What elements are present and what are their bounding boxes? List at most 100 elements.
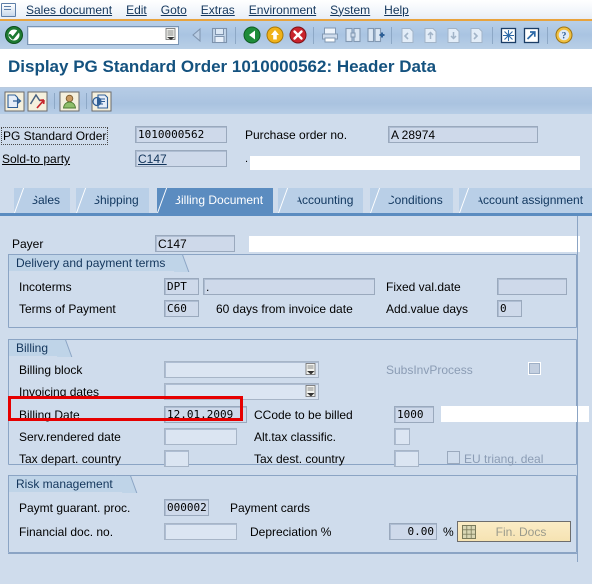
sold-to-party-value[interactable]: C147 [135,150,227,167]
table-grid-icon [462,524,476,539]
alt-tax-classific-label: Alt.tax classific. [254,430,337,444]
depreciation-field[interactable]: 0.00 [389,523,437,540]
last-page-icon[interactable] [466,25,487,46]
application-toolbar [0,88,592,114]
command-field[interactable] [27,25,179,45]
menu-item-sales-document[interactable]: Sales document [19,1,119,19]
document-flow-icon[interactable] [27,91,48,112]
tax-depart-country-label: Tax depart. country [19,452,122,466]
back-green-icon[interactable] [241,25,262,46]
tab-billing-document[interactable]: Billing Document [157,188,274,213]
panel-bottom-border [8,553,577,554]
cancel-red-icon[interactable] [287,25,308,46]
toolbar-separator [492,26,493,44]
subsinvprocess-checkbox[interactable] [528,362,541,375]
menu-item-system[interactable]: System [323,1,377,19]
menu-item-help-label: Help [384,2,409,17]
first-page-icon[interactable] [397,25,418,46]
menu-item-edit[interactable]: Edit [119,1,154,19]
menu-item-environment[interactable]: Environment [242,1,323,19]
incoterms-description-field[interactable]: . [203,278,375,295]
menu-item-sales-document-label: Sales document [26,2,113,17]
ccode-to-be-billed-label: CCode to be billed [254,408,353,422]
purchase-order-no-value[interactable]: A 28974 [388,126,538,143]
terms-of-payment-code-field[interactable]: C60 [164,300,199,317]
copy-document-icon[interactable] [4,91,25,112]
eu-triang-deal-checkbox[interactable] [447,451,460,464]
tax-depart-country-field[interactable] [164,450,189,467]
tab-conditions[interactable]: Conditions [370,188,453,213]
next-page-icon[interactable] [443,25,464,46]
tab-sales[interactable]: Sales [14,188,71,213]
alt-tax-classific-field[interactable] [394,428,410,445]
tab-sales-label: Sales [30,193,61,207]
toolbar-separator [86,93,87,109]
paymt-guarant-proc-field[interactable]: 000002 [164,499,209,516]
command-input[interactable] [28,26,164,44]
svg-text:?: ? [561,32,566,42]
fin-docs-button-label: Fin. Docs [495,524,547,539]
serv-rendered-date-field[interactable] [164,428,237,445]
menu-item-system-label: System [330,2,371,17]
ccode-to-be-billed-field[interactable]: 1000 [394,406,434,423]
billing-block-label: Billing block [19,363,83,377]
command-dropdown-icon[interactable] [165,27,177,41]
billing-block-field[interactable] [164,361,319,378]
find-next-icon[interactable] [365,25,386,46]
menu-item-edit-label: Edit [126,2,147,17]
billing-group-title: Billing [8,339,64,356]
redacted-region [250,156,580,170]
menu-item-help[interactable]: Help [377,1,416,19]
partner-icon[interactable] [59,91,80,112]
add-value-days-label: Add.value days [386,302,469,316]
sold-to-party-label[interactable]: Sold-to party [2,151,70,167]
menu-item-environment-label: Environment [248,2,317,17]
create-shortcut-icon[interactable] [521,25,542,46]
billing-date-field[interactable]: 12.01.2009 [164,406,247,423]
billing-block-dropdown-icon[interactable] [305,363,317,376]
previous-page-icon[interactable] [420,25,441,46]
menu-item-goto[interactable]: Goto [154,1,194,19]
tab-billing-document-label: Billing Document [173,193,264,207]
toolbar-separator [54,93,55,109]
header-fields: PG Standard Order 1010000562 Sold-to par… [0,118,592,182]
terms-of-payment-label: Terms of Payment [19,302,116,316]
invoicing-dates-field[interactable] [164,383,319,400]
fixed-val-date-label: Fixed val.date [386,280,461,294]
risk-management-title: Risk management [8,475,128,492]
invoicing-dates-label: Invoicing dates [19,385,100,399]
payment-cards-label: Payment cards [230,501,311,515]
invoicing-dates-dropdown-icon[interactable] [305,385,317,398]
tab-shipping[interactable]: Shipping [76,188,149,213]
fin-docs-button[interactable]: Fin. Docs [457,521,571,542]
enter-check-icon[interactable] [4,25,24,45]
add-value-days-field[interactable]: 0 [497,300,522,317]
fixed-val-date-field[interactable] [497,278,567,295]
terms-of-payment-description: 60 days from invoice date [216,302,353,316]
find-icon[interactable] [342,25,363,46]
tab-accounting[interactable]: Accounting [278,188,364,213]
display-doc-header-icon[interactable] [91,91,112,112]
pg-standard-order-value[interactable]: 1010000562 [135,126,227,143]
tab-account-assignment[interactable]: Account assignment [459,188,592,213]
tax-dest-country-field[interactable] [394,450,419,467]
menu-bar: Sales document Edit Goto Extras Environm… [0,0,592,21]
back-arrow-icon[interactable] [186,25,207,46]
tab-accounting-label: Accounting [294,193,354,207]
risk-management-group: Risk management Paymt guarant. proc. 000… [8,475,577,553]
payer-label: Payer [12,237,44,251]
save-icon[interactable] [209,25,230,46]
tab-account-assignment-label: Account assignment [475,193,584,207]
incoterms-code-field[interactable]: DPT [164,278,199,295]
exit-yellow-icon[interactable] [264,25,285,46]
title-bar: Display PG Standard Order 1010000562: He… [0,49,592,88]
payer-field[interactable]: C147 [155,235,235,252]
toolbar-separator [547,26,548,44]
financial-doc-no-field[interactable] [164,523,237,540]
create-session-icon[interactable] [498,25,519,46]
help-icon[interactable]: ? [553,25,574,46]
tab-conditions-label: Conditions [386,193,443,207]
delivery-payment-terms-group: Delivery and payment terms Incoterms DPT… [8,254,577,328]
menu-item-extras[interactable]: Extras [194,1,242,19]
print-icon[interactable] [319,25,340,46]
